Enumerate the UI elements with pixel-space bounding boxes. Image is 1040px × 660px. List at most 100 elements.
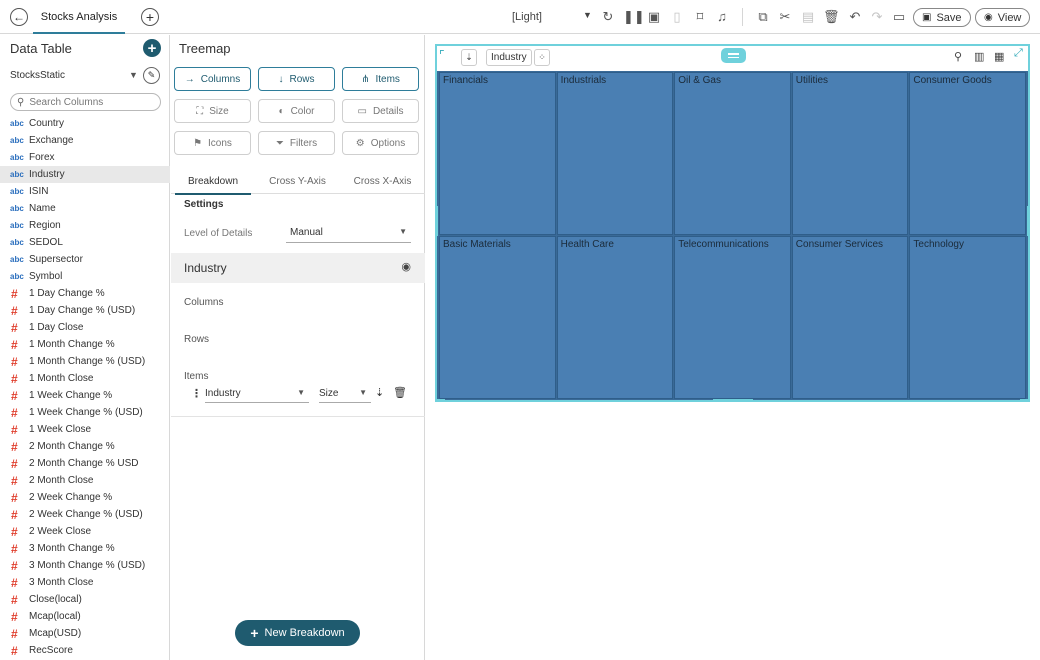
refresh-icon[interactable]: ↻ <box>600 9 616 25</box>
color-button[interactable]: ◐ Color <box>258 99 335 123</box>
edit-source-button[interactable]: ✎ <box>143 67 160 84</box>
level-of-details-select[interactable]: Manual ▼ <box>286 223 411 243</box>
drag-handle-icon[interactable]: ⋮ <box>191 387 202 400</box>
treemap-visualization[interactable]: ⌜ ⇣ Industry ⁘ ⚲ ▥ ▦ ⤢ Financials Industr… <box>435 44 1030 402</box>
cut-icon[interactable]: ✂ <box>777 9 793 25</box>
scatter-button[interactable]: ⁘ <box>534 49 550 66</box>
icons-button[interactable]: ⚑ Icons <box>174 131 251 155</box>
column-item[interactable]: #1 Week Change % <box>0 387 170 404</box>
treemap-cell[interactable]: Technology <box>909 236 1026 399</box>
column-item[interactable]: #1 Month Change % <box>0 336 170 353</box>
column-item[interactable]: #2 Month Close <box>0 472 170 489</box>
select-corner-icon[interactable]: ⌜ <box>439 48 445 62</box>
filters-button[interactable]: ⏷ Filters <box>258 131 335 155</box>
export-icon[interactable]: ▥ <box>974 50 984 63</box>
resize-handle-right[interactable] <box>1027 206 1030 236</box>
resize-handle-bottom[interactable] <box>713 399 753 402</box>
column-item[interactable]: #2 Week Change % (USD) <box>0 506 170 523</box>
treemap-cell[interactable]: Oil & Gas <box>674 72 791 235</box>
column-item[interactable]: #3 Month Close <box>0 574 170 591</box>
column-item[interactable]: # Close(local) <box>0 591 170 608</box>
save-button[interactable]: ▣ Save <box>913 8 971 27</box>
column-item[interactable]: abc ISIN <box>0 183 170 200</box>
snapshot-icon[interactable]: ▣ <box>646 9 662 25</box>
back-button[interactable]: ← <box>10 8 28 26</box>
search-input[interactable] <box>29 96 150 108</box>
treemap-cell[interactable]: Health Care <box>556 236 674 399</box>
column-item[interactable]: #2 Month Change % USD <box>0 455 170 472</box>
column-item[interactable]: abc Exchange <box>0 132 170 149</box>
item-field-select[interactable]: Industry ▼ <box>205 385 309 403</box>
treemap-cell[interactable]: Industrials <box>556 72 674 235</box>
chevron-down-icon[interactable]: ▼ <box>583 10 592 20</box>
column-item[interactable]: #3 Month Change % <box>0 540 170 557</box>
theme-select[interactable]: [Light] <box>512 11 542 23</box>
column-item[interactable]: # Mcap(local) <box>0 608 170 625</box>
tab-cross-x-axis[interactable]: Cross X-Axis <box>340 168 425 194</box>
size-button[interactable]: ⛶ Size <box>174 99 251 123</box>
rows-button[interactable]: ↓ Rows <box>258 67 335 91</box>
search-icon[interactable]: ⚲ <box>954 50 962 63</box>
column-item[interactable]: abc Industry <box>0 166 170 183</box>
column-item[interactable]: # RecScore <box>0 642 170 659</box>
chevron-down-icon[interactable]: ▼ <box>129 70 138 80</box>
copy-icon[interactable]: ⧉ <box>755 9 771 25</box>
new-breakdown-button[interactable]: + New Breakdown <box>235 620 360 646</box>
column-item[interactable]: #2 Week Close <box>0 523 170 540</box>
pause-icon[interactable]: ❚❚ <box>623 9 645 25</box>
view-button[interactable]: ◉ View <box>975 8 1031 27</box>
column-item[interactable]: #1 Day Change % (USD) <box>0 302 170 319</box>
sort-button[interactable]: ⇣ <box>461 49 477 66</box>
column-item[interactable]: abc Supersector <box>0 251 170 268</box>
column-item[interactable]: abc Country <box>0 115 170 132</box>
table-icon[interactable]: ▦ <box>994 50 1004 63</box>
treemap-cell[interactable]: Consumer Services <box>791 236 909 399</box>
eye-icon[interactable]: ◉ <box>401 260 411 273</box>
treemap-cell[interactable]: Telecommunications <box>674 236 791 399</box>
sort-icon[interactable]: ⇣ <box>375 386 384 399</box>
column-item[interactable]: #1 Day Change % <box>0 285 170 302</box>
breakdown-section-header[interactable]: Industry ◉ <box>171 253 425 283</box>
column-item[interactable]: abc Symbol <box>0 268 170 285</box>
bookmark-icon[interactable]: ⌑ <box>692 9 708 25</box>
drag-handle[interactable] <box>721 48 746 63</box>
bell-icon[interactable]: ♫ <box>714 9 730 25</box>
add-column-button[interactable]: + <box>143 39 161 57</box>
treemap-cell[interactable]: Utilities <box>791 72 909 235</box>
resize-handle-left[interactable] <box>435 206 438 236</box>
column-item[interactable]: #1 Day Close <box>0 319 170 336</box>
column-item[interactable]: #2 Week Change % <box>0 489 170 506</box>
details-button[interactable]: ▭ Details <box>342 99 419 123</box>
treemap-cell[interactable]: Financials <box>439 72 556 235</box>
columns-button[interactable]: → Columns <box>174 67 251 91</box>
treemap-cell[interactable]: Basic Materials <box>439 236 556 399</box>
column-item[interactable]: abc Region <box>0 217 170 234</box>
tab-stocks-analysis[interactable]: Stocks Analysis <box>33 0 125 34</box>
column-item[interactable]: abc SEDOL <box>0 234 170 251</box>
column-item[interactable]: # Mcap(USD) <box>0 625 170 642</box>
delete-icon[interactable]: 🗑 <box>823 9 840 25</box>
column-item[interactable]: #1 Month Change % (USD) <box>0 353 170 370</box>
undo-icon[interactable]: ↶ <box>847 9 863 25</box>
column-item[interactable]: #1 Month Close <box>0 370 170 387</box>
options-button[interactable]: ⚙ Options <box>342 131 419 155</box>
redo-icon[interactable]: ↷ <box>869 9 885 25</box>
column-item[interactable]: #2 Month Change % <box>0 438 170 455</box>
items-button[interactable]: ⋔ Items <box>342 67 419 91</box>
column-item[interactable]: #3 Month Change % (USD) <box>0 557 170 574</box>
pdf-icon[interactable]: ▯ <box>669 9 685 25</box>
column-item[interactable]: abc Forex <box>0 149 170 166</box>
trash-icon[interactable]: 🗑 <box>393 386 407 399</box>
treemap-cell[interactable]: Consumer Goods <box>909 72 1026 235</box>
tab-cross-y-axis[interactable]: Cross Y-Axis <box>255 168 340 194</box>
tab-breakdown[interactable]: Breakdown <box>171 168 255 195</box>
column-item[interactable]: abc Name <box>0 200 170 217</box>
expand-icon[interactable]: ⤢ <box>1014 47 1023 60</box>
comment-icon[interactable]: ▭ <box>891 9 907 25</box>
add-tab-button[interactable]: + <box>141 8 159 26</box>
item-size-select[interactable]: Size ▼ <box>319 385 371 403</box>
resize-handle-corner-br[interactable] <box>1020 399 1030 402</box>
column-item[interactable]: #1 Week Close <box>0 421 170 438</box>
data-source-select[interactable]: StocksStatic <box>10 70 65 81</box>
resize-handle-corner-bl[interactable] <box>435 399 445 402</box>
